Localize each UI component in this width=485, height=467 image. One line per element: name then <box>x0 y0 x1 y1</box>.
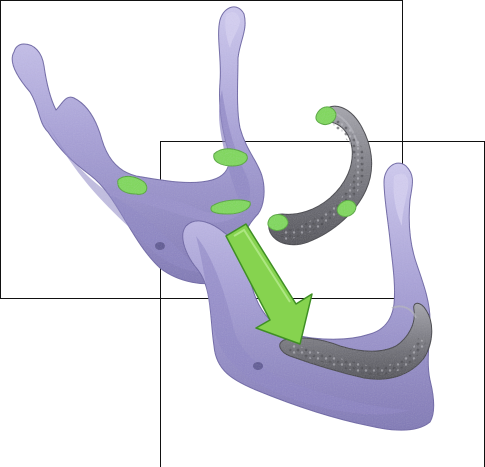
figure-canvas <box>0 0 485 467</box>
mental-foramen-lower <box>253 362 263 370</box>
mandible-illustration <box>0 0 485 467</box>
dental-arch-segment <box>267 105 373 246</box>
mental-foramen-upper <box>155 242 165 250</box>
